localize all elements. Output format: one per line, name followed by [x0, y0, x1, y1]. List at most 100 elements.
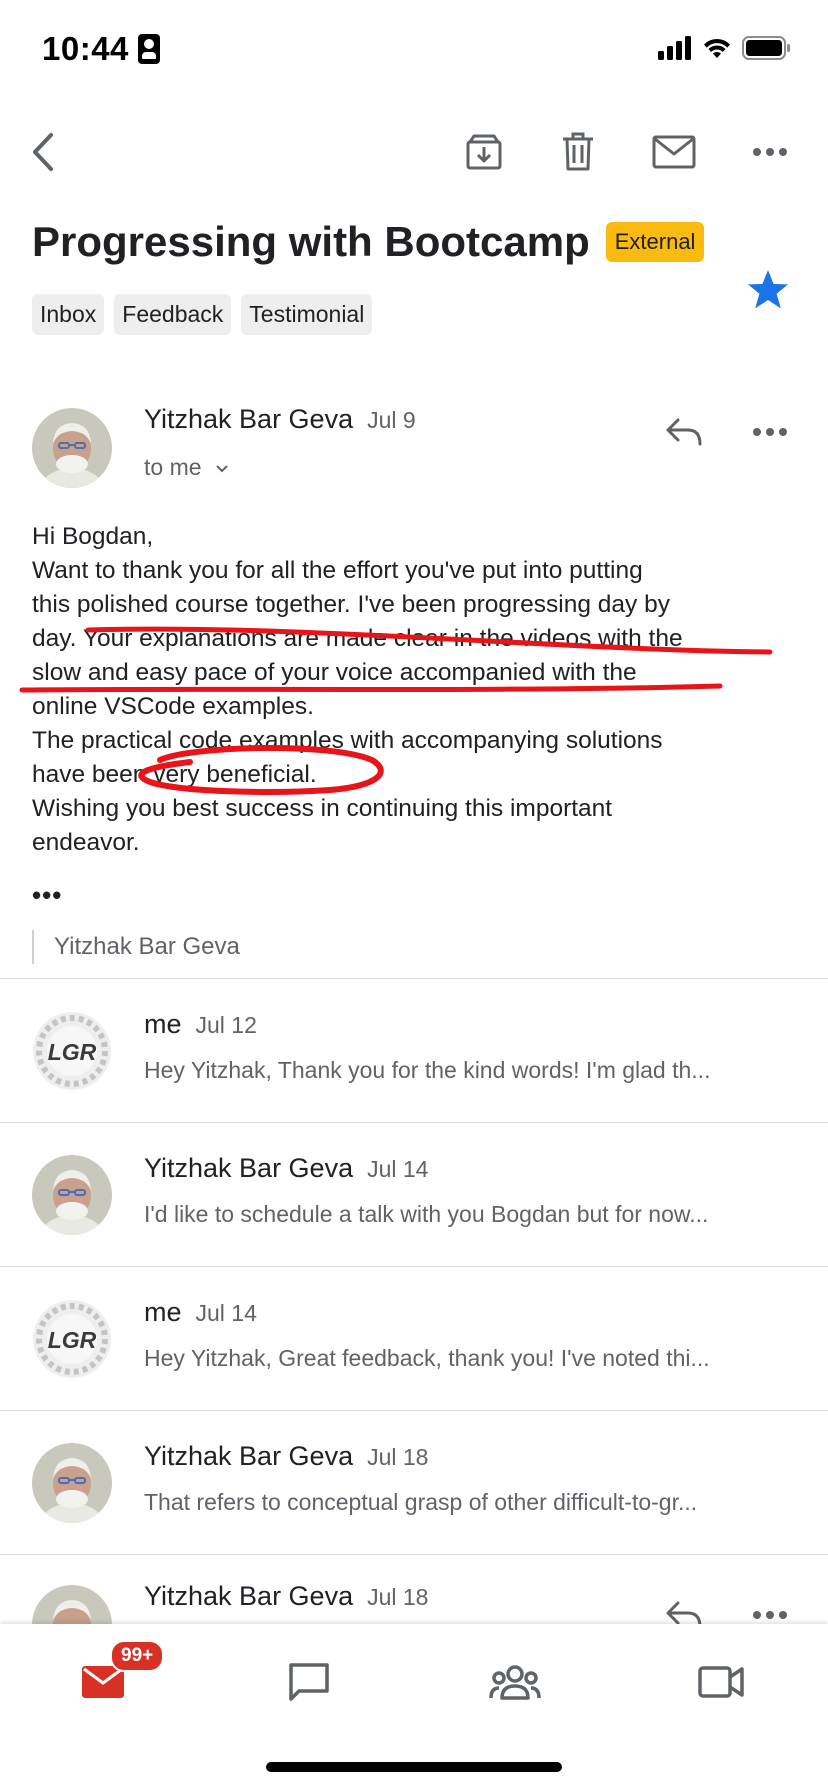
person-photo-icon: [32, 408, 112, 488]
message-snippet: Hey Yitzhak, Great feedback, thank you! …: [144, 1345, 710, 1371]
home-indicator[interactable]: [266, 1762, 562, 1772]
status-bar: 10:44: [0, 0, 828, 100]
email-subject: Progressing with Bootcamp: [32, 218, 590, 265]
body-line: Hi Bogdan,: [32, 523, 154, 550]
body-line: The practical code examples with accompa…: [32, 727, 663, 754]
body-line: endeavor.: [32, 829, 140, 856]
latest-message-header[interactable]: Yitzhak Bar Geva Jul 18: [0, 1554, 828, 1624]
trash-icon: [563, 132, 593, 171]
body-line: Want to thank you for all the effort you…: [32, 557, 643, 584]
external-badge: External: [605, 222, 705, 262]
message-date: Jul 9: [367, 407, 416, 433]
body-line: online VSCode examples.: [32, 693, 314, 720]
person-photo-icon: [32, 1443, 112, 1523]
message-more-button[interactable]: [740, 400, 800, 464]
person-photo-icon: [32, 1585, 112, 1624]
thread-message-item[interactable]: LGR me Jul 12 Hey Yitzhak, Thank you for …: [0, 978, 828, 1122]
meet-icon: [698, 1666, 744, 1698]
message-date: Jul 18: [367, 1444, 429, 1470]
more-options-button[interactable]: [740, 120, 800, 184]
sender-name: Yitzhak Bar Geva: [144, 1441, 354, 1471]
reply-icon: [666, 418, 702, 446]
lgr-logo-avatar: LGR: [32, 1299, 112, 1379]
svg-text:LGR: LGR: [48, 1039, 97, 1065]
sender-name-row: Yitzhak Bar Geva Jul 18: [144, 1441, 428, 1472]
back-button[interactable]: [14, 120, 74, 184]
sender-avatar: [32, 408, 112, 488]
message-date: Jul 14: [195, 1300, 257, 1326]
archive-button[interactable]: [454, 120, 514, 184]
label-chips: Inbox Feedback Testimonial: [32, 294, 373, 335]
star-icon[interactable]: [746, 268, 790, 312]
more-icon: [753, 148, 787, 156]
mark-unread-button[interactable]: [644, 120, 704, 184]
sender-name-row: Yitzhak Bar Geva Jul 18: [144, 1581, 428, 1612]
body-line: Wishing you best success in continuing t…: [32, 795, 613, 822]
message-snippet: Hey Yitzhak, Thank you for the kind word…: [144, 1057, 711, 1083]
more-icon: [753, 428, 787, 436]
subject-row: Progressing with Bootcamp External: [32, 218, 738, 266]
nav-meet[interactable]: [686, 1654, 756, 1710]
thread-message-item[interactable]: Yitzhak Bar Geva Jul 18 That refers to co…: [0, 1410, 828, 1554]
reply-button[interactable]: [654, 400, 714, 464]
status-indicators: [658, 36, 792, 60]
message-body: Hi Bogdan, Want to thank you for all the…: [32, 520, 792, 860]
sender-avatar: [32, 1155, 112, 1235]
body-line: this polished course together. I've been…: [32, 591, 670, 618]
sender-avatar: [32, 1443, 112, 1523]
sender-avatar: [32, 1585, 112, 1624]
sender-name: Yitzhak Bar Geva: [144, 1581, 354, 1611]
label-chip-inbox[interactable]: Inbox: [32, 294, 105, 335]
chevron-down-icon: [216, 465, 228, 473]
mark-unread-icon: [652, 135, 696, 169]
delete-button[interactable]: [548, 120, 608, 184]
archive-icon: [466, 134, 502, 170]
lgr-logo-icon: LGR: [33, 1300, 111, 1378]
body-line: have been very beneficial.: [32, 761, 317, 788]
status-time: 10:44: [42, 30, 129, 67]
thread-message-item[interactable]: LGR me Jul 14 Hey Yitzhak, Great feedback…: [0, 1266, 828, 1410]
nav-spaces[interactable]: [480, 1654, 550, 1710]
thread-list: LGR me Jul 12 Hey Yitzhak, Thank you for …: [0, 978, 828, 1554]
recipient-text: to me: [144, 454, 202, 480]
lgr-logo-avatar: LGR: [32, 1011, 112, 1091]
expanded-message-header[interactable]: Yitzhak Bar Geva Jul 9 to me: [0, 400, 828, 500]
signature-quote: Yitzhak Bar Geva: [32, 930, 240, 964]
thread-message-item[interactable]: Yitzhak Bar Geva Jul 14 I'd like to sched…: [0, 1122, 828, 1266]
sender-name: me: [144, 1297, 182, 1327]
back-arrow-icon: [33, 133, 53, 171]
email-toolbar: [0, 120, 828, 184]
sender-name: Yitzhak Bar Geva: [144, 1153, 354, 1183]
reply-button[interactable]: [654, 1583, 714, 1624]
body-line: day. Your explanations are made clear in…: [32, 625, 683, 652]
focus-id-icon: [138, 34, 160, 64]
person-photo-icon: [32, 1155, 112, 1235]
message-snippet: That refers to conceptual grasp of other…: [144, 1489, 698, 1515]
sender-name: Yitzhak Bar Geva: [144, 404, 354, 434]
wifi-icon: [704, 38, 730, 58]
cellular-signal-icon: [658, 36, 691, 60]
label-chip-feedback[interactable]: Feedback: [114, 294, 232, 335]
nav-chat[interactable]: [274, 1654, 344, 1710]
sender-name-row: Yitzhak Bar Geva Jul 14: [144, 1153, 428, 1184]
spaces-icon: [489, 1665, 541, 1700]
message-snippet: I'd like to schedule a talk with you Bog…: [144, 1201, 709, 1227]
message-date: Jul 14: [367, 1156, 429, 1182]
recipient-details-toggle[interactable]: to me: [144, 454, 230, 481]
reply-icon: [666, 1601, 702, 1624]
lgr-logo-icon: LGR: [33, 1012, 111, 1090]
message-more-button[interactable]: [740, 1583, 800, 1624]
sender-name: me: [144, 1009, 182, 1039]
sender-name-row: Yitzhak Bar Geva Jul 9: [144, 404, 416, 435]
chat-icon: [289, 1663, 329, 1701]
more-icon: [753, 1611, 787, 1619]
sender-name-row: me Jul 14: [144, 1297, 257, 1328]
battery-icon: [742, 36, 790, 60]
svg-text:LGR: LGR: [48, 1327, 97, 1353]
label-chip-testimonial[interactable]: Testimonial: [241, 294, 373, 335]
mail-unread-badge: 99+: [110, 1640, 165, 1672]
message-date: Jul 12: [195, 1012, 257, 1038]
body-line: slow and easy pace of your voice accompa…: [32, 659, 637, 686]
show-trimmed-content-button[interactable]: •••: [32, 880, 62, 911]
sender-name-row: me Jul 12: [144, 1009, 257, 1040]
